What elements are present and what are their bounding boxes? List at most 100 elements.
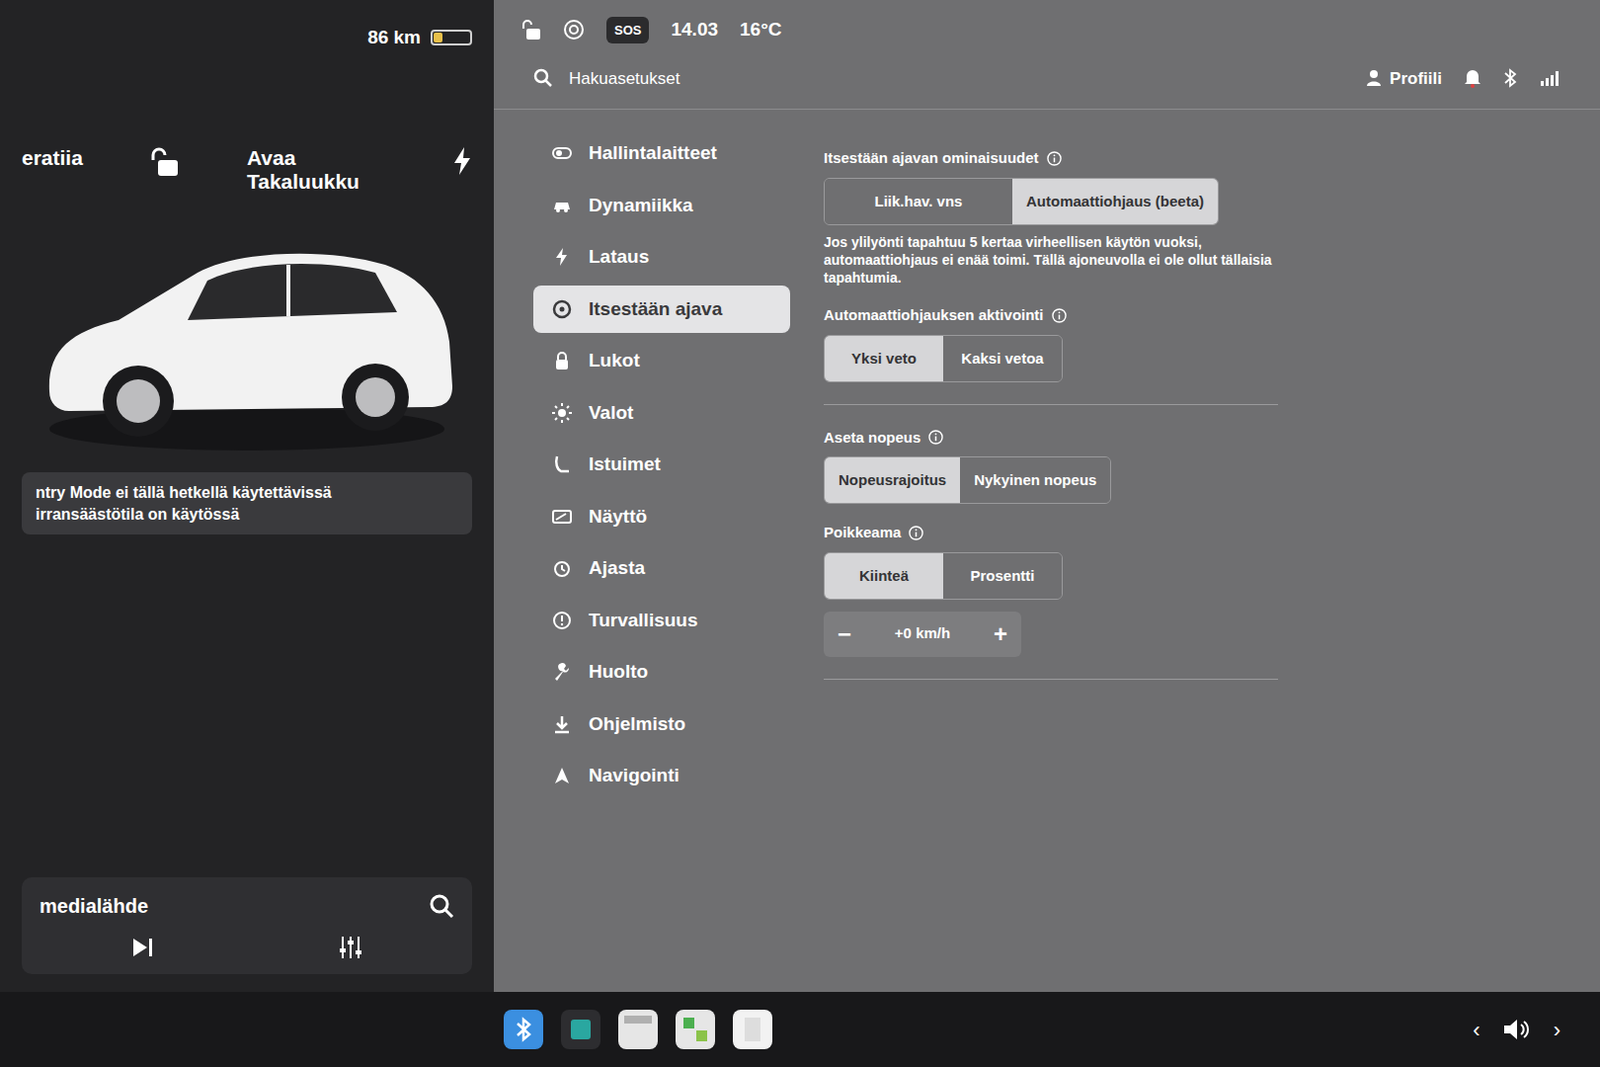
menu-item[interactable]: Istuimet bbox=[533, 440, 791, 489]
notes-icon[interactable] bbox=[732, 1009, 773, 1049]
menu-label[interactable]: Valot bbox=[588, 399, 634, 428]
menu-item[interactable]: Ohjelmisto bbox=[533, 700, 791, 749]
lock-open-icon[interactable] bbox=[150, 146, 180, 178]
sos-badge[interactable]: SOS bbox=[606, 16, 649, 45]
segment-option[interactable]: Yksi veto bbox=[824, 335, 944, 382]
menu-label[interactable]: Näyttö bbox=[588, 502, 647, 532]
menu-label[interactable]: Itsestään ajava bbox=[588, 295, 722, 324]
menu-label[interactable]: Ajasta bbox=[588, 554, 645, 583]
menu-label[interactable]: Istuimet bbox=[588, 450, 661, 480]
person-icon[interactable] bbox=[1365, 69, 1382, 87]
menu-label[interactable]: Ohjelmisto bbox=[588, 710, 686, 739]
sentry-icon[interactable] bbox=[562, 18, 585, 41]
section-title: Poikkeama bbox=[823, 521, 1279, 545]
car-label[interactable]: eratiia bbox=[21, 146, 83, 170]
battery-track bbox=[430, 29, 473, 46]
search-label[interactable]: Hakuasetukset bbox=[568, 66, 680, 92]
segment-option[interactable]: Nopeusrajoitus bbox=[824, 457, 960, 503]
menu-item[interactable]: Navigointi bbox=[533, 751, 791, 800]
segmented-control: KiinteäProsentti bbox=[823, 552, 1063, 600]
menu-label[interactable]: Lukot bbox=[588, 346, 640, 376]
bluetooth-icon[interactable] bbox=[1503, 68, 1518, 88]
info-icon[interactable] bbox=[908, 525, 924, 541]
download-icon[interactable] bbox=[551, 713, 573, 735]
menu-item[interactable]: Lukot bbox=[533, 336, 791, 386]
decrease-button[interactable]: − bbox=[837, 616, 852, 652]
bluetooth-app-icon[interactable] bbox=[503, 1009, 544, 1049]
speaker-icon[interactable] bbox=[1502, 1016, 1532, 1042]
menu-item[interactable]: Dynamiikka bbox=[533, 181, 791, 231]
segment-option[interactable]: Liik.hav. vns bbox=[824, 178, 1013, 225]
menu-label[interactable]: Lataus bbox=[588, 242, 649, 272]
equalizer-icon[interactable] bbox=[337, 934, 364, 960]
segmented-control: Liik.hav. vnsAutomaattiohjaus (beeta) bbox=[823, 177, 1219, 226]
settings-body: Hallintalaitteet Dynamiikka Lataus Itsestää… bbox=[493, 109, 1600, 992]
segment-option[interactable]: Kaksi vetoa bbox=[943, 335, 1062, 382]
segment-option[interactable]: Kiinteä bbox=[824, 553, 944, 599]
menu-item[interactable]: Huolto bbox=[533, 647, 791, 697]
profile-label[interactable]: Profiili bbox=[1389, 66, 1442, 92]
app-icon[interactable] bbox=[560, 1009, 601, 1049]
temperature: 16°C bbox=[739, 15, 782, 45]
segment-option[interactable]: Automaattiohjaus (beeta) bbox=[1012, 178, 1218, 225]
calendar-icon[interactable] bbox=[618, 1009, 658, 1049]
sun-icon[interactable] bbox=[551, 401, 573, 424]
menu-item[interactable]: Näyttö bbox=[533, 492, 791, 542]
arcade-icon[interactable] bbox=[675, 1009, 716, 1049]
bell-icon[interactable] bbox=[1463, 68, 1482, 88]
vehicle-panel: 86 kmeratiiaAvaa Takaluukkuntry Mode ei … bbox=[0, 0, 494, 992]
volume-control: ‹› bbox=[1472, 1013, 1561, 1046]
banner-line: irransäästötila on käytössä bbox=[35, 503, 459, 526]
steering-wheel-icon[interactable] bbox=[551, 298, 573, 320]
menu-item[interactable]: Hallintalaitteet bbox=[533, 129, 791, 178]
menu-label[interactable]: Huolto bbox=[588, 657, 648, 687]
segment-option[interactable]: Prosentti bbox=[943, 553, 1062, 599]
search-icon[interactable] bbox=[533, 68, 554, 88]
menu-label[interactable]: Navigointi bbox=[588, 761, 680, 791]
menu-label[interactable]: Turvallisuus bbox=[588, 606, 699, 636]
menu-item[interactable]: Turvallisuus bbox=[533, 596, 791, 645]
menu-item[interactable]: Ajasta bbox=[533, 544, 791, 593]
car-icon[interactable] bbox=[551, 194, 573, 217]
offset-stepper: − +0 km/h + bbox=[823, 611, 1022, 657]
info-icon[interactable] bbox=[1046, 151, 1062, 166]
section-title-text: Poikkeama bbox=[823, 521, 901, 545]
section-title: Aseta nopeus bbox=[823, 426, 1279, 450]
search-icon[interactable] bbox=[428, 892, 455, 919]
info-icon[interactable] bbox=[1051, 308, 1067, 323]
settings-panel: SOS 14.03 16°C Hakuasetukset Profiili Hallint… bbox=[493, 0, 1600, 992]
menu-item[interactable]: Valot bbox=[533, 389, 791, 438]
lock-icon[interactable] bbox=[551, 349, 573, 372]
settings-menu: Hallintalaitteet Dynamiikka Lataus Itsestää… bbox=[533, 129, 791, 992]
alarm-clock-icon[interactable] bbox=[551, 557, 573, 579]
menu-label[interactable]: Dynamiikka bbox=[588, 191, 694, 221]
battery-fill bbox=[433, 32, 443, 43]
lock-open-icon[interactable] bbox=[521, 18, 542, 41]
toggle-icon[interactable] bbox=[551, 142, 573, 164]
menu-item[interactable]: Lataus bbox=[533, 233, 791, 282]
segmented-control: Yksi vetoKaksi vetoa bbox=[823, 334, 1063, 383]
increase-button[interactable]: + bbox=[993, 616, 1008, 652]
media-source[interactable]: medialähde bbox=[39, 890, 149, 921]
menu-item[interactable]: Itsestään ajava bbox=[533, 285, 791, 334]
profile-button[interactable]: Profiili bbox=[1365, 66, 1442, 92]
wrench-icon[interactable] bbox=[551, 660, 573, 683]
segment-option[interactable]: Nykyinen nopeus bbox=[960, 457, 1111, 503]
volume-up-button[interactable]: › bbox=[1553, 1013, 1561, 1046]
display-icon[interactable] bbox=[551, 505, 573, 528]
menu-label[interactable]: Hallintalaitteet bbox=[588, 139, 718, 168]
settings-search[interactable]: Hakuasetukset bbox=[533, 66, 680, 92]
volume-down-button[interactable]: ‹ bbox=[1472, 1013, 1480, 1046]
seat-icon[interactable] bbox=[551, 453, 573, 476]
segmented-control: NopeusrajoitusNykyinen nopeus bbox=[823, 456, 1112, 504]
next-track-icon[interactable] bbox=[131, 936, 156, 959]
range-status: 86 km bbox=[21, 17, 473, 58]
charge-port-icon[interactable] bbox=[452, 146, 473, 176]
clock: 14.03 bbox=[670, 15, 719, 45]
offset-value: +0 km/h bbox=[894, 622, 951, 645]
navigation-arrow-icon[interactable] bbox=[551, 764, 573, 787]
lightning-icon[interactable] bbox=[551, 245, 573, 268]
warning-icon[interactable] bbox=[551, 609, 573, 632]
car-label[interactable]: Avaa Takaluukku bbox=[246, 146, 386, 194]
info-icon[interactable] bbox=[928, 429, 944, 445]
